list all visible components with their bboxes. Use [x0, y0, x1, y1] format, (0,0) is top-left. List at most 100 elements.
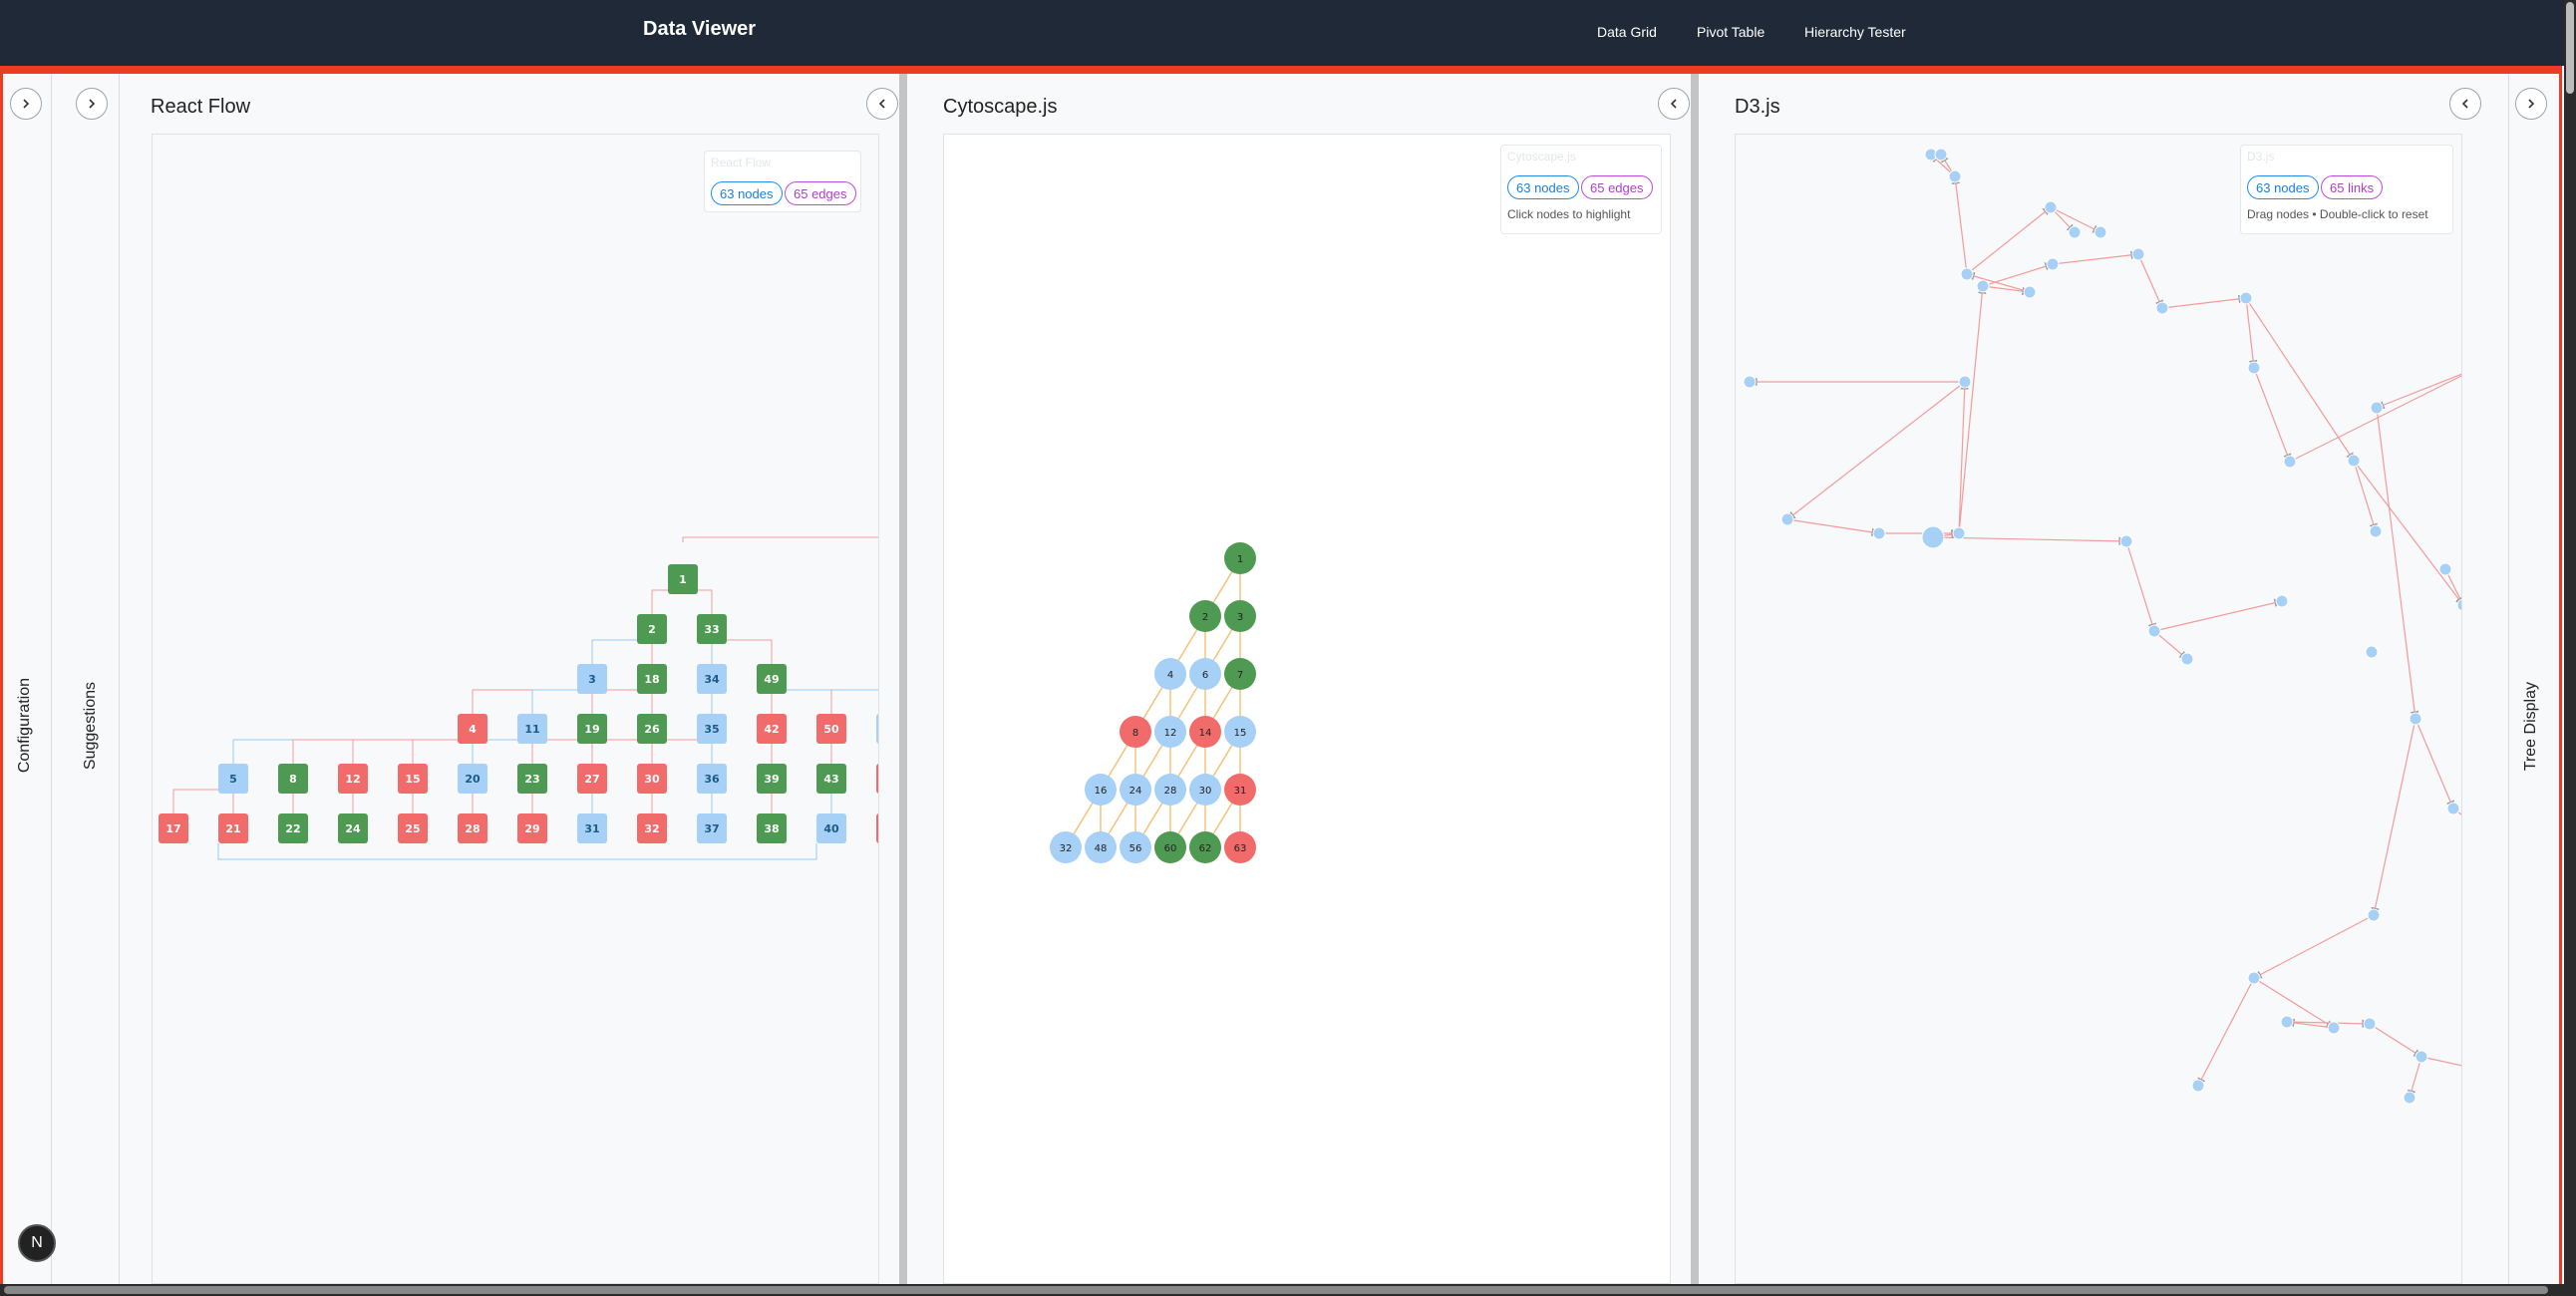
expand-suggestions-button[interactable]	[76, 88, 108, 120]
graph-node[interactable]	[2247, 971, 2261, 985]
expand-configuration-button[interactable]	[10, 88, 42, 120]
graph-node[interactable]	[1960, 267, 1974, 281]
graph-node[interactable]	[2155, 301, 2169, 315]
graph-node[interactable]: 39	[757, 764, 787, 794]
collapse-d3-button[interactable]	[2449, 88, 2481, 120]
graph-node[interactable]: 19	[577, 714, 607, 744]
graph-node[interactable]: 30	[1189, 774, 1221, 806]
cytoscape-graph[interactable]: 12 34 6 78 12 14 1516 24 28 30 3132 48 56 60 62 63	[944, 135, 1671, 1284]
graph-node[interactable]: 1	[668, 564, 698, 594]
graph-node[interactable]	[2191, 1079, 2205, 1093]
d3-graph[interactable]	[1736, 135, 2462, 1284]
graph-node[interactable]: 48	[1085, 831, 1117, 863]
collapse-cytoscape-button[interactable]	[1658, 88, 1690, 120]
graph-node[interactable]	[2446, 802, 2460, 815]
graph-node[interactable]: 35	[697, 714, 727, 744]
graph-node[interactable]: 50	[816, 714, 846, 744]
graph-node[interactable]: 8	[1120, 716, 1151, 748]
graph-node[interactable]: 11	[517, 714, 547, 744]
graph-node[interactable]	[2093, 225, 2107, 239]
graph-node[interactable]	[1958, 375, 1972, 389]
react-flow-canvas[interactable]: 1233318344941119263542505581215202327303…	[152, 134, 879, 1284]
graph-node[interactable]: 24	[338, 813, 368, 843]
graph-node[interactable]: 25	[398, 813, 428, 843]
graph-node[interactable]	[2044, 200, 2058, 214]
graph-node[interactable]	[2403, 1091, 2416, 1105]
graph-node[interactable]: 17	[159, 813, 188, 843]
graph-node[interactable]	[2147, 624, 2161, 638]
graph-node[interactable]: 20	[458, 764, 487, 794]
cytoscape-canvas[interactable]: 1 2 3 4 6 7 8 12 14 15 16 24 28 30 31 32 48 56 60 62 63 Cyto…	[943, 134, 1671, 1284]
graph-node[interactable]: 38	[757, 813, 787, 843]
graph-node[interactable]: 15	[398, 764, 428, 794]
graph-node[interactable]: 32	[637, 813, 667, 843]
vertical-scrollbar-thumb[interactable]	[2566, 2, 2574, 94]
graph-node[interactable]: 4	[876, 813, 879, 843]
graph-node[interactable]	[2367, 908, 2381, 922]
graph-node[interactable]: 49	[757, 664, 787, 694]
graph-node[interactable]	[1872, 526, 1886, 540]
graph-node[interactable]: 16	[1085, 774, 1117, 806]
graph-node[interactable]: 22	[278, 813, 308, 843]
graph-node[interactable]	[2369, 524, 2383, 538]
graph-node[interactable]: 63	[1224, 831, 1256, 863]
graph-node[interactable]: 24	[1120, 774, 1151, 806]
graph-node[interactable]	[2365, 645, 2379, 659]
graph-node[interactable]: 29	[517, 813, 547, 843]
graph-node[interactable]	[2275, 594, 2289, 608]
graph-node[interactable]: 27	[577, 764, 607, 794]
graph-node[interactable]	[2068, 225, 2082, 239]
graph-node[interactable]: 3	[577, 664, 607, 694]
vertical-scrollbar[interactable]	[2564, 0, 2576, 1296]
graph-node[interactable]	[1780, 512, 1794, 526]
graph-node[interactable]: 30	[637, 764, 667, 794]
graph-node[interactable]: 62	[1189, 831, 1221, 863]
graph-node[interactable]: 6	[1189, 658, 1221, 690]
graph-node[interactable]: 43	[816, 764, 846, 794]
graph-node[interactable]	[2409, 712, 2422, 726]
graph-node[interactable]	[2370, 401, 2384, 415]
graph-node[interactable]	[2280, 1015, 2294, 1029]
graph-node[interactable]	[2023, 285, 2037, 299]
react-flow-graph[interactable]: 1233318344941119263542505581215202327303…	[153, 135, 879, 1284]
graph-node[interactable]: 5	[876, 714, 879, 744]
graph-node[interactable]: 56	[1120, 831, 1151, 863]
graph-node[interactable]	[2415, 1050, 2428, 1064]
horizontal-scrollbar-thumb[interactable]	[4, 1286, 2548, 1294]
graph-node[interactable]: 34	[697, 664, 727, 694]
graph-node[interactable]: 37	[697, 813, 727, 843]
graph-node[interactable]: 5	[218, 764, 248, 794]
graph-node[interactable]: 32	[1050, 831, 1082, 863]
graph-node[interactable]	[1743, 375, 1757, 389]
graph-node[interactable]	[1976, 279, 1990, 293]
graph-node[interactable]: 31	[577, 813, 607, 843]
graph-node[interactable]: 3	[1224, 600, 1256, 632]
graph-node[interactable]: 4	[458, 714, 487, 744]
nav-link-hierarchy-tester[interactable]: Hierarchy Tester	[1804, 24, 1906, 40]
graph-node[interactable]	[2438, 562, 2452, 576]
graph-node[interactable]	[1934, 148, 1948, 162]
graph-node[interactable]: 60	[1154, 831, 1186, 863]
nav-link-data-grid[interactable]: Data Grid	[1597, 24, 1657, 40]
graph-node[interactable]	[2119, 534, 2133, 548]
graph-node[interactable]: 2	[1189, 600, 1221, 632]
graph-node[interactable]	[2363, 1017, 2377, 1031]
graph-node[interactable]: 26	[637, 714, 667, 744]
graph-node[interactable]	[1921, 525, 1945, 549]
graph-node[interactable]: 8	[278, 764, 308, 794]
nav-link-pivot-table[interactable]: Pivot Table	[1697, 24, 1765, 40]
next-dev-tools-button[interactable]: N	[18, 1224, 56, 1262]
graph-node[interactable]	[2247, 361, 2261, 375]
graph-node[interactable]	[2239, 291, 2253, 305]
graph-node[interactable]: 33	[697, 614, 727, 644]
expand-tree-display-button[interactable]	[2515, 88, 2547, 120]
collapse-react-flow-button[interactable]	[866, 88, 898, 120]
graph-node[interactable]: 12	[338, 764, 368, 794]
graph-node[interactable]: 15	[1224, 716, 1256, 748]
graph-node[interactable]	[2131, 247, 2145, 261]
panel-resize-handle[interactable]	[899, 74, 907, 1284]
panel-resize-handle[interactable]	[1691, 74, 1699, 1284]
graph-node[interactable]	[2283, 455, 2297, 469]
graph-node[interactable]: 4	[1154, 658, 1186, 690]
graph-node[interactable]: 42	[757, 714, 787, 744]
